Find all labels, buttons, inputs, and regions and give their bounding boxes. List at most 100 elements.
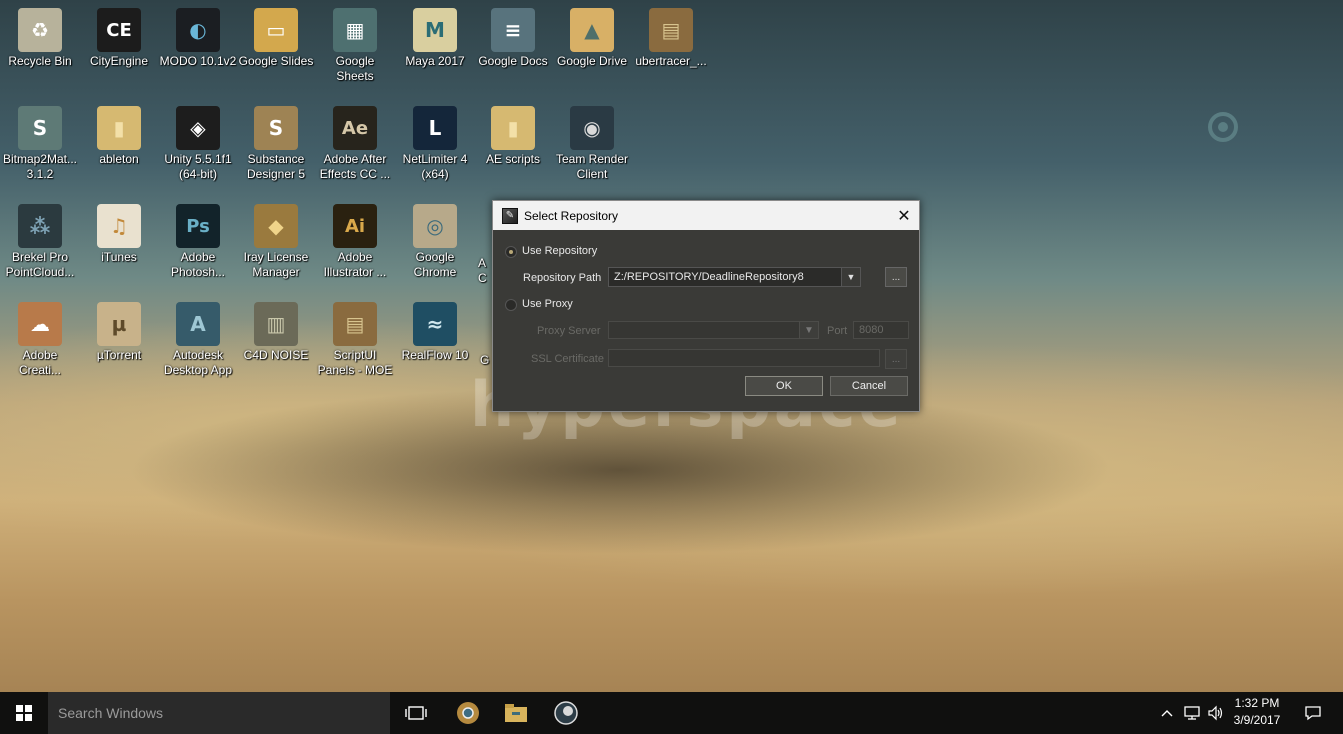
dialog-titlebar[interactable]: ✎ Select Repository ✕ bbox=[493, 201, 919, 230]
desktop-icon-label: Unity 5.5.1f1 (64-bit) bbox=[164, 152, 232, 181]
desktop-icon-label: Adobe After Effects CC ... bbox=[319, 152, 391, 181]
desktop-icon-label: Google Docs bbox=[478, 54, 548, 68]
clock-time: 1:32 PM bbox=[1234, 696, 1280, 710]
search-box[interactable]: Search Windows bbox=[48, 692, 390, 734]
desktop-icon[interactable]: ▲ Google Drive bbox=[553, 0, 631, 92]
desktop-icon-label: Google Chrome bbox=[413, 250, 457, 279]
desktop-icon[interactable]: A Autodesk Desktop App bbox=[159, 294, 237, 386]
folder-icon: ▮ bbox=[491, 106, 535, 150]
desktop-icon[interactable]: Ae Adobe After Effects CC ... bbox=[316, 98, 394, 190]
show-hidden-icons-button[interactable] bbox=[1158, 692, 1176, 734]
desktop-icon[interactable]: Ai Adobe Illustrator ... bbox=[316, 196, 394, 288]
desktop-icon[interactable]: ♻ Recycle Bin bbox=[1, 0, 79, 92]
desktop-icon-label: ubertracer_... bbox=[635, 54, 707, 68]
desktop-icon[interactable]: ◉ Team Render Client bbox=[553, 98, 631, 190]
taskbar: Search Windows bbox=[0, 692, 1343, 734]
desktop-icon-label: AE scripts bbox=[485, 152, 540, 166]
repository-path-value: Z:/REPOSITORY/DeadlineRepository8 bbox=[614, 271, 804, 283]
repository-path-combo[interactable]: Z:/REPOSITORY/DeadlineRepository8 ▼ bbox=[608, 267, 861, 287]
desktop-icon[interactable]: ≈ RealFlow 10 bbox=[396, 294, 474, 386]
utorrent-icon: µ bbox=[97, 302, 141, 346]
chevron-up-icon bbox=[1161, 710, 1173, 717]
network-button[interactable] bbox=[1181, 692, 1203, 734]
desktop-icon-label: Adobe Photosh... bbox=[170, 250, 226, 279]
port-label: Port bbox=[827, 325, 848, 337]
action-center-button[interactable] bbox=[1298, 692, 1328, 734]
partial-icon-label[interactable]: A bbox=[478, 256, 492, 271]
task-view-icon bbox=[405, 706, 427, 720]
desktop-icon-label: Brekel Pro PointCloud... bbox=[5, 250, 75, 279]
desktop-icon-label: ScriptUI Panels - MOE bbox=[317, 348, 393, 377]
use-repository-radio[interactable] bbox=[505, 246, 517, 258]
desktop-icon[interactable]: ▭ Google Slides bbox=[237, 0, 315, 92]
desktop-icon[interactable]: ≡ Google Docs bbox=[474, 0, 552, 92]
desktop-icon[interactable]: ▤ ubertracer_... bbox=[632, 0, 710, 92]
proxy-server-combo[interactable] bbox=[608, 321, 818, 339]
taskbar-chrome[interactable] bbox=[444, 692, 492, 734]
desktop-icon-label: Google Sheets bbox=[335, 54, 375, 83]
desktop-icon[interactable]: L NetLimiter 4 (x64) bbox=[396, 98, 474, 190]
c4d-noise-icon: ▥ bbox=[254, 302, 298, 346]
itunes-icon: ♫ bbox=[97, 204, 141, 248]
task-view-button[interactable] bbox=[392, 692, 440, 734]
desktop-icon[interactable]: ☁ Adobe Creati... bbox=[1, 294, 79, 386]
desktop-icon[interactable]: Ps Adobe Photosh... bbox=[159, 196, 237, 288]
ssl-certificate-field[interactable] bbox=[608, 349, 880, 367]
cancel-button[interactable]: Cancel bbox=[830, 376, 908, 396]
desktop-icon[interactable]: ◎ Google Chrome bbox=[396, 196, 474, 288]
close-button[interactable]: ✕ bbox=[889, 201, 919, 230]
use-proxy-label[interactable]: Use Proxy bbox=[522, 298, 573, 310]
desktop-icon[interactable]: ⁂ Brekel Pro PointCloud... bbox=[1, 196, 79, 288]
desktop-icon-label: Bitmap2Mat... 3.1.2 bbox=[2, 152, 78, 181]
team-render-icon: ◉ bbox=[570, 106, 614, 150]
target-icon bbox=[1208, 112, 1238, 142]
desktop-icon[interactable]: ▤ ScriptUI Panels - MOE bbox=[316, 294, 394, 386]
use-proxy-radio[interactable] bbox=[505, 299, 517, 311]
maya-icon: M bbox=[413, 8, 457, 52]
desktop-icon[interactable]: ◆ Iray License Manager bbox=[237, 196, 315, 288]
desktop-icon[interactable]: ▮ ableton bbox=[80, 98, 158, 190]
desktop-icon-label: CityEngine bbox=[89, 54, 149, 68]
desktop-icon-label: Maya 2017 bbox=[405, 54, 465, 68]
browse-repository-button[interactable]: ... bbox=[885, 267, 907, 287]
desktop-icon[interactable]: CE CityEngine bbox=[80, 0, 158, 92]
desktop-icon-label: NetLimiter 4 (x64) bbox=[402, 152, 468, 181]
browse-ssl-button[interactable]: ... bbox=[885, 349, 907, 369]
desktop-icon[interactable]: ▮ AE scripts bbox=[474, 98, 552, 190]
clock[interactable]: 1:32 PM 3/9/2017 bbox=[1222, 695, 1292, 729]
desktop-icon[interactable]: µ µTorrent bbox=[80, 294, 158, 386]
taskbar-file-explorer[interactable] bbox=[492, 692, 540, 734]
google-slides-icon: ▭ bbox=[254, 8, 298, 52]
desktop-icon[interactable]: ▥ C4D NOISE bbox=[237, 294, 315, 386]
desktop-icon[interactable]: ◐ MODO 10.1v2 bbox=[159, 0, 237, 92]
creative-cloud-icon: ☁ bbox=[18, 302, 62, 346]
chevron-down-icon[interactable]: ▼ bbox=[841, 268, 860, 286]
recycle-bin-icon: ♻ bbox=[18, 8, 62, 52]
desktop-icon[interactable]: ♫ iTunes bbox=[80, 196, 158, 288]
desktop-icon[interactable]: ▦ Google Sheets bbox=[316, 0, 394, 92]
windows-logo-icon bbox=[16, 705, 32, 721]
cinema4d-icon bbox=[554, 701, 578, 725]
desktop-icon[interactable]: S Substance Designer 5 bbox=[237, 98, 315, 190]
folder-icon: ▮ bbox=[97, 106, 141, 150]
desktop-icon[interactable]: M Maya 2017 bbox=[396, 0, 474, 92]
desktop-icon[interactable]: ◈ Unity 5.5.1f1 (64-bit) bbox=[159, 98, 237, 190]
ok-button[interactable]: OK bbox=[745, 376, 823, 396]
dialog-body: Use Repository Repository Path Z:/REPOSI… bbox=[493, 230, 919, 411]
taskbar-cinema4d[interactable] bbox=[542, 692, 590, 734]
partial-icon-label[interactable]: C bbox=[478, 271, 492, 286]
illustrator-icon: Ai bbox=[333, 204, 377, 248]
desktop-icon[interactable]: S Bitmap2Mat... 3.1.2 bbox=[1, 98, 79, 190]
proxy-server-dropdown[interactable]: ▼ bbox=[799, 321, 819, 339]
start-button[interactable] bbox=[0, 692, 48, 734]
google-sheets-icon: ▦ bbox=[333, 8, 377, 52]
use-repository-label[interactable]: Use Repository bbox=[522, 245, 597, 257]
modo-icon: ◐ bbox=[176, 8, 220, 52]
file-explorer-icon bbox=[505, 704, 527, 722]
port-spinbox[interactable]: 8080 bbox=[853, 321, 909, 339]
clock-date: 3/9/2017 bbox=[1233, 713, 1281, 727]
proxy-server-label: Proxy Server bbox=[537, 325, 601, 337]
close-icon: ✕ bbox=[897, 207, 911, 225]
repository-path-label: Repository Path bbox=[523, 272, 602, 284]
desktop-icon-label: Google Drive bbox=[556, 54, 628, 68]
